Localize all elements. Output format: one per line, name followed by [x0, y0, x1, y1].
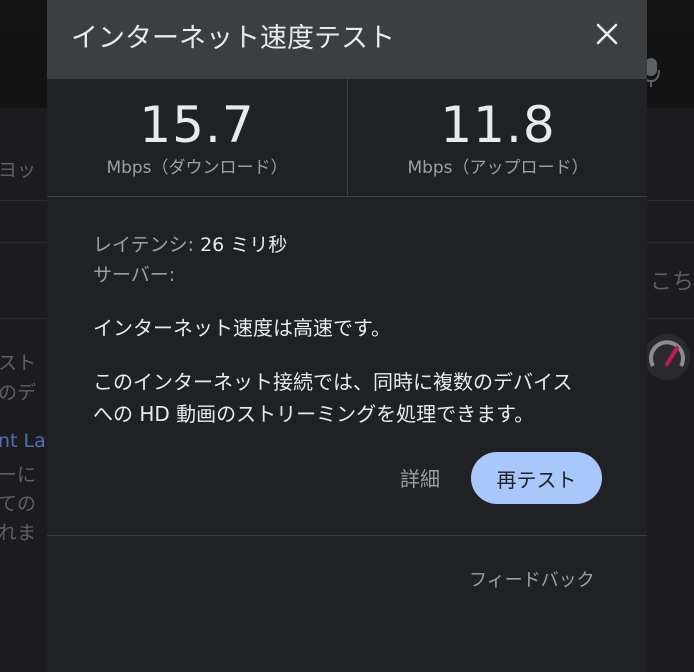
close-icon[interactable]: [593, 20, 621, 48]
speedometer-icon: [644, 334, 690, 380]
details-link[interactable]: 詳細: [400, 463, 440, 492]
upload-stat: 11.8 Mbps（アップロード）: [348, 79, 648, 196]
footer-divider: [47, 535, 647, 536]
retest-button[interactable]: 再テスト: [471, 452, 602, 504]
speed-test-dialog: インターネット速度テスト 15.7 Mbps（ダウンロード） 11.8 Mbps…: [47, 0, 647, 672]
background-text: ーに: [0, 464, 37, 486]
latency-row: レイテンシ: 26 ミリ秒: [93, 230, 287, 257]
section-divider: [47, 196, 647, 197]
download-speed-unit: Mbps（ダウンロード）: [106, 158, 288, 178]
speed-verdict: インターネット速度は高速です。: [93, 316, 391, 340]
download-speed-value: 15.7: [139, 96, 255, 154]
dialog-title: インターネット速度テスト: [71, 23, 395, 54]
stats-divider: [347, 79, 348, 196]
background-link-text: nt La: [0, 430, 46, 452]
latency-label: レイテンシ:: [93, 234, 201, 256]
background-text: スト: [0, 352, 37, 374]
upload-speed-value: 11.8: [440, 96, 556, 154]
background-text: のデ: [0, 382, 37, 404]
description-line-2: への HD 動画のストリーミングを処理できます。: [93, 402, 535, 426]
background-text: れま: [0, 522, 37, 544]
background-text: ヨッ: [0, 159, 37, 181]
background-text: こち: [650, 270, 694, 295]
description-line-1: このインターネット接続では、同時に複数のデバイス: [93, 370, 573, 394]
server-row: サーバー:: [93, 260, 175, 287]
latency-value: 26 ミリ秒: [200, 234, 288, 256]
upload-speed-unit: Mbps（アップロード）: [407, 158, 589, 178]
dialog-header: インターネット速度テスト: [47, 0, 647, 79]
server-label: サーバー:: [93, 264, 176, 286]
background-text: ての: [0, 493, 37, 515]
download-stat: 15.7 Mbps（ダウンロード）: [47, 79, 347, 196]
feedback-link[interactable]: フィードバック: [469, 566, 595, 592]
